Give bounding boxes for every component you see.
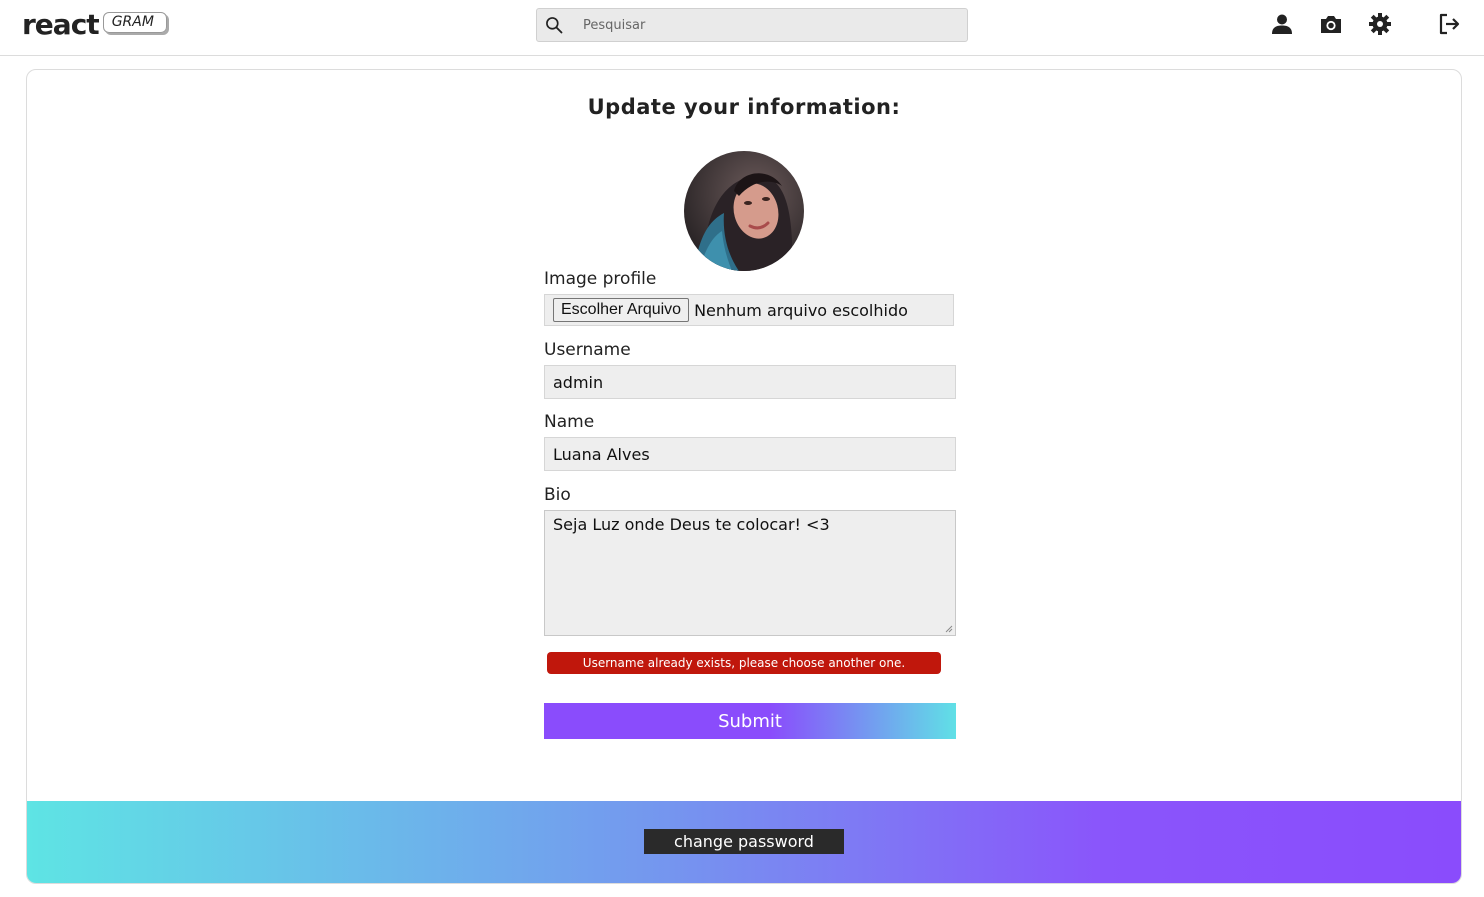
search-bar[interactable] <box>536 8 968 42</box>
resize-handle-icon[interactable] <box>945 625 953 633</box>
footer-band: change password <box>27 801 1461 883</box>
gear-icon[interactable] <box>1368 12 1392 36</box>
profile-avatar <box>684 151 804 271</box>
user-icon[interactable] <box>1270 12 1294 36</box>
top-navbar: react GRAM <box>0 0 1484 56</box>
camera-icon[interactable] <box>1319 12 1343 36</box>
username-field[interactable]: admin <box>544 365 956 399</box>
bio-text: Seja Luz onde Deus te colocar! <3 <box>553 515 830 534</box>
search-input[interactable] <box>583 17 953 33</box>
logo-badge: GRAM <box>102 11 167 33</box>
submit-button[interactable]: Submit <box>544 703 956 739</box>
logo-text: react <box>22 7 100 41</box>
logout-icon[interactable] <box>1437 12 1461 36</box>
bio-label: Bio <box>544 485 571 505</box>
search-icon <box>546 17 563 34</box>
app-logo[interactable]: react GRAM <box>22 7 167 41</box>
file-status-text: Nenhum arquivo escolhido <box>694 300 908 320</box>
bio-field[interactable]: Seja Luz onde Deus te colocar! <3 <box>544 510 956 636</box>
change-password-button[interactable]: change password <box>644 829 844 854</box>
error-message: Username already exists, please choose a… <box>547 652 941 674</box>
edit-profile-card: Update your information: Image profile E… <box>26 69 1462 884</box>
image-profile-input[interactable]: Escolher Arquivo Nenhum arquivo escolhid… <box>544 294 954 326</box>
image-profile-label: Image profile <box>544 269 657 289</box>
name-label: Name <box>544 412 595 432</box>
name-field[interactable]: Luana Alves <box>544 437 956 471</box>
username-label: Username <box>544 340 631 360</box>
choose-file-button[interactable]: Escolher Arquivo <box>553 298 690 322</box>
page-title: Update your information: <box>587 95 901 119</box>
